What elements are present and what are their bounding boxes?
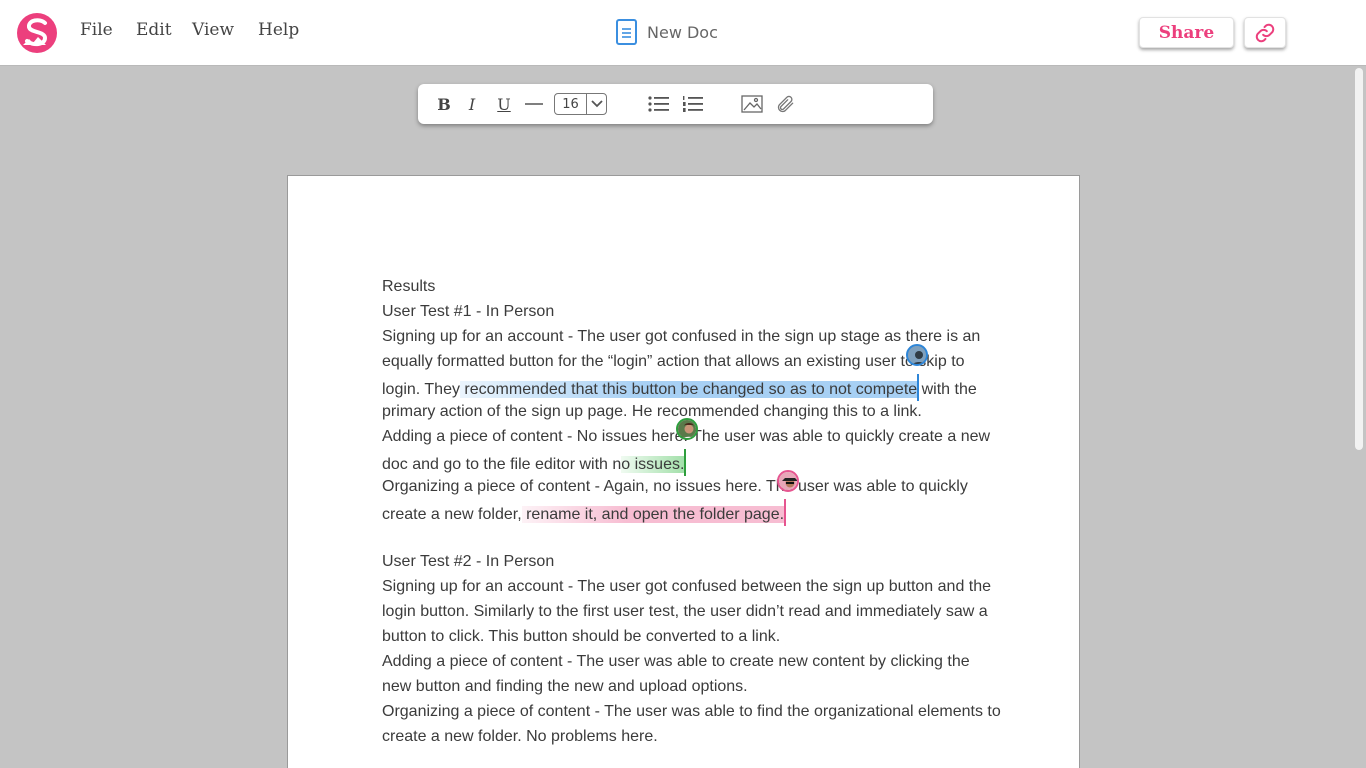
- line-text: create a new folder,: [382, 506, 522, 523]
- font-size-select[interactable]: 16: [554, 93, 607, 115]
- formatting-toolbar: B I U 16: [418, 84, 933, 124]
- document-line[interactable]: login button. Similarly to the first use…: [382, 599, 1022, 624]
- document-line[interactable]: Signing up for an account - The user got…: [382, 324, 1022, 349]
- italic-button[interactable]: I: [464, 92, 480, 116]
- attach-file-button[interactable]: [775, 92, 797, 116]
- horizontal-rule-icon: [525, 103, 543, 105]
- document-icon: [616, 19, 637, 45]
- document-line[interactable]: new button and finding the new and uploa…: [382, 674, 1022, 699]
- top-bar: File Edit View Help New Doc Share: [0, 0, 1366, 66]
- line-text: login. They: [382, 381, 460, 398]
- collaborator-avatar-green[interactable]: [676, 418, 698, 440]
- collaborator-selection-blue: recommended that this button be changed …: [459, 381, 918, 398]
- document-line[interactable]: Adding a piece of content - No issues he…: [382, 424, 1022, 449]
- document-line[interactable]: create a new folder, rename it, and open…: [382, 499, 1022, 526]
- collaborator-cursor-pink: [784, 499, 787, 526]
- link-icon: [1255, 23, 1275, 42]
- image-icon: [741, 95, 763, 113]
- line-text: doc and go to the file editor with n: [382, 456, 622, 473]
- document-line[interactable]: User Test #1 - In Person: [382, 299, 1022, 324]
- collaborator-selection-pink: rename it, and open the folder page.: [521, 506, 785, 523]
- underline-button[interactable]: U: [496, 92, 512, 116]
- line-text: with the: [917, 381, 977, 398]
- document-line[interactable]: Results: [382, 274, 1022, 299]
- document-page[interactable]: Results User Test #1 - In Person Signing u…: [287, 175, 1080, 768]
- collaborator-cursor-green: [684, 449, 687, 476]
- menu-edit[interactable]: Edit: [136, 20, 172, 40]
- document-title-area[interactable]: New Doc: [616, 18, 718, 46]
- document-line[interactable]: button to click. This button should be c…: [382, 624, 1022, 649]
- document-line[interactable]: create a new folder. No problems here.: [382, 724, 1022, 749]
- document-line[interactable]: User Test #2 - In Person: [382, 549, 1022, 574]
- font-size-dropdown[interactable]: [587, 94, 606, 114]
- menu-file[interactable]: File: [80, 20, 113, 40]
- document-title[interactable]: New Doc: [647, 23, 718, 42]
- font-size-value: 16: [555, 94, 587, 114]
- bullet-list-icon: [648, 96, 669, 112]
- bold-button[interactable]: B: [436, 92, 452, 116]
- collaborator-selection-green: o issues.: [621, 456, 685, 473]
- numbered-list-button[interactable]: [682, 92, 704, 116]
- collaborator-avatar-blue[interactable]: [906, 344, 928, 366]
- copy-link-button[interactable]: [1244, 17, 1286, 48]
- paperclip-icon: [777, 95, 794, 113]
- document-line[interactable]: Organizing a piece of content - The user…: [382, 699, 1022, 724]
- menu-help[interactable]: Help: [258, 20, 299, 40]
- document-line[interactable]: Organizing a piece of content - Again, n…: [382, 474, 1022, 499]
- bullet-list-button[interactable]: [648, 92, 670, 116]
- document-line[interactable]: primary action of the sign up page. He r…: [382, 399, 1022, 424]
- document-line[interactable]: Signing up for an account - The user got…: [382, 574, 1022, 599]
- numbered-list-icon: [683, 96, 703, 112]
- share-button[interactable]: Share: [1139, 17, 1234, 48]
- insert-image-button[interactable]: [740, 92, 764, 116]
- document-line[interactable]: Adding a piece of content - The user was…: [382, 649, 1022, 674]
- app-logo-icon[interactable]: [16, 12, 58, 54]
- document-line[interactable]: doc and go to the file editor with no is…: [382, 449, 1022, 476]
- collaborator-avatar-pink[interactable]: [777, 470, 799, 492]
- menu-view[interactable]: View: [192, 20, 234, 40]
- document-body[interactable]: Results User Test #1 - In Person Signing u…: [382, 274, 1022, 749]
- chevron-down-icon: [590, 100, 603, 108]
- document-line[interactable]: [382, 524, 1022, 549]
- document-line[interactable]: login. They recommended that this button…: [382, 374, 1022, 401]
- horizontal-rule-button[interactable]: [524, 92, 544, 116]
- scrollbar-thumb[interactable]: [1355, 68, 1363, 450]
